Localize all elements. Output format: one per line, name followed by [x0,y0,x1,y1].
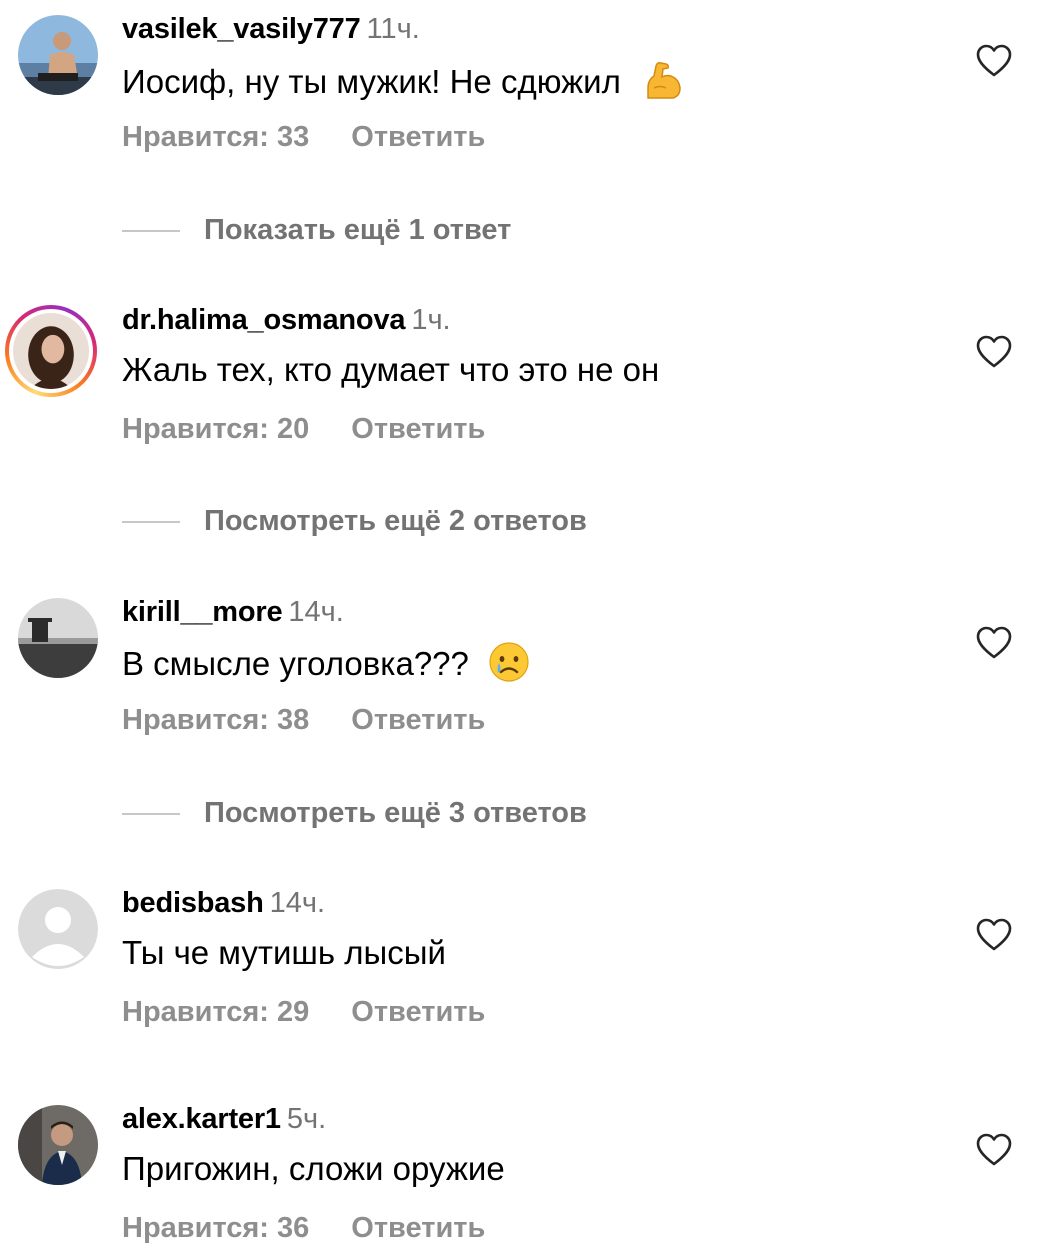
view-replies-label[interactable]: Посмотреть ещё 3 ответов [204,796,587,830]
flexed-biceps-icon [640,58,684,111]
replies-divider [122,521,180,523]
username[interactable]: bedisbash [122,887,264,919]
comment-actions: Нравится: 29 Ответить [122,995,485,1029]
reply-button[interactable]: Ответить [351,413,485,445]
comment-actions: Нравится: 33 Ответить [122,120,485,154]
comment-header: dr.halima_osmanova 1ч. [122,303,451,337]
timestamp: 1ч. [411,304,451,336]
likes-count[interactable]: Нравится: 33 [122,121,309,153]
comment-actions: Нравится: 36 Ответить [122,1211,485,1245]
default-avatar-icon[interactable] [18,889,98,969]
username[interactable]: dr.halima_osmanova [122,304,406,336]
view-replies-label[interactable]: Посмотреть ещё 2 ответов [204,504,587,538]
comment-text: Жаль тех, кто думает что это не он [122,350,659,390]
replies-divider [122,230,180,232]
likes-count[interactable]: Нравится: 36 [122,1212,309,1244]
comment-header: alex.karter1 5ч. [122,1102,326,1136]
heart-outline-icon[interactable] [976,335,1012,369]
comment-text-content: Иосиф, ну ты мужик! Не сдюжил [122,63,621,101]
comment-text-content: Ты че мутишь лысый [122,934,446,971]
comment-text: Пригожин, сложи оружие [122,1149,505,1189]
timestamp: 5ч. [286,1103,327,1135]
replies-divider [122,813,180,815]
heart-outline-icon[interactable] [976,1133,1012,1167]
timestamp: 11ч. [366,13,420,45]
timestamp: 14ч. [269,887,326,919]
heart-outline-icon[interactable] [976,918,1012,952]
reply-button[interactable]: Ответить [351,1212,485,1244]
username[interactable]: kirill__more [122,596,283,628]
likes-count[interactable]: Нравится: 20 [122,413,309,445]
timestamp: 14ч. [288,596,344,628]
username[interactable]: vasilek_vasily777 [122,13,361,45]
heart-outline-icon[interactable] [976,626,1012,660]
comment-text: Ты че мутишь лысый [122,933,446,973]
heart-outline-icon[interactable] [976,44,1012,78]
avatar[interactable] [18,598,98,678]
comment-text: В смысле уголовка??? [122,641,530,692]
comment-text: Иосиф, ну ты мужик! Не сдюжил [122,58,684,111]
comment-header: kirill__more 14ч. [122,595,344,629]
avatar[interactable] [18,15,98,95]
avatar[interactable] [18,1105,98,1185]
comment-text-content: Пригожин, сложи оружие [122,1150,505,1187]
comment-text-content: Жаль тех, кто думает что это не он [122,351,660,388]
reply-button[interactable]: Ответить [351,996,485,1028]
view-replies-label[interactable]: Показать ещё 1 ответ [204,213,511,247]
crying-face-icon [488,641,530,692]
reply-button[interactable]: Ответить [351,704,485,736]
comment-header: bedisbash 14ч. [122,886,325,920]
username[interactable]: alex.karter1 [122,1103,281,1135]
comment-actions: Нравится: 20 Ответить [122,412,485,446]
likes-count[interactable]: Нравится: 29 [122,996,309,1028]
likes-count[interactable]: Нравится: 38 [122,704,309,736]
reply-button[interactable]: Ответить [351,121,485,153]
comment-text-content: В смысле уголовка??? [122,645,469,683]
comment-actions: Нравится: 38 Ответить [122,703,485,737]
comment-header: vasilek_vasily777 11ч. [122,12,420,46]
avatar[interactable] [5,305,97,397]
